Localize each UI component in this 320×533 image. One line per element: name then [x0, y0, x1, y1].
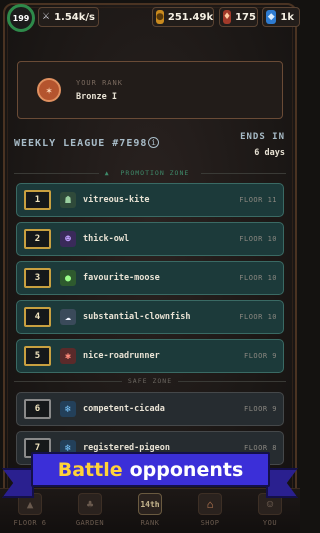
ghost-icon: ☁: [60, 309, 76, 325]
leaderboard-row[interactable]: 6 ❄ competent-cicada FLOOR 9: [16, 392, 284, 426]
crystal-value: 1k: [280, 11, 294, 23]
gold-value: 251.49k: [167, 11, 214, 23]
tree-icon: ♣: [78, 493, 102, 515]
status-bar: 199 ⚔ 1.54k/s ● 251.49k ♦ 175 ◆ 1k: [4, 3, 300, 32]
ruby-icon: ♦: [223, 10, 232, 24]
dps-value: 1.54k/s: [54, 11, 96, 23]
position-badge: 1: [24, 190, 51, 210]
player-floor: FLOOR 10: [239, 313, 277, 321]
leaderboard-row[interactable]: 4 ☁ substantial-clownfish FLOOR 10: [16, 300, 284, 334]
promo-banner: Battle opponents: [31, 452, 270, 487]
player-floor: FLOOR 11: [239, 196, 277, 204]
slime-icon: ●: [60, 270, 76, 286]
bronze-rank-icon: ✶: [37, 78, 61, 102]
gem-counter[interactable]: ♦ 175: [219, 7, 258, 27]
player-floor: FLOOR 9: [243, 405, 277, 413]
rank-value: Bronze I: [76, 92, 117, 102]
player-name: substantial-clownfish: [83, 312, 191, 322]
safe-zone-label: SAFE ZONE: [127, 377, 173, 385]
nav-floor-label: FLOOR 6: [13, 519, 47, 527]
player-floor: FLOOR 10: [239, 274, 277, 282]
player-name: favourite-moose: [83, 273, 160, 283]
banner-highlight: Battle: [57, 458, 123, 481]
player-floor: FLOOR 9: [243, 352, 277, 360]
player-floor: FLOOR 10: [239, 235, 277, 243]
gem-value: 175: [235, 11, 256, 23]
robot-icon: ☗: [60, 192, 76, 208]
crystal-counter[interactable]: ◆ 1k: [262, 7, 300, 27]
player-level: 199: [12, 13, 30, 23]
safe-zone-divider: SAFE ZONE: [14, 377, 286, 385]
nav-you-label: YOU: [262, 519, 278, 527]
promotion-zone-divider: ▲ PROMOTION ZONE: [14, 169, 286, 177]
league-title: WEEKLY LEAGUE #7E98: [14, 138, 148, 149]
info-icon[interactable]: i: [148, 137, 159, 148]
bottom-nav: ▲ FLOOR 6 ♣ GARDEN 14th RANK ⌂ SHOP ☺ YO…: [0, 488, 300, 533]
player-name: vitreous-kite: [83, 195, 150, 205]
position-badge: 5: [24, 346, 51, 366]
nav-garden-label: GARDEN: [75, 519, 105, 527]
position-badge: 3: [24, 268, 51, 288]
sword-icon: ⚔: [42, 12, 51, 22]
position-badge: 2: [24, 229, 51, 249]
dps-counter: ⚔ 1.54k/s: [38, 7, 99, 27]
nav-garden[interactable]: ♣ GARDEN: [60, 489, 120, 533]
gold-coin-icon: ●: [156, 10, 164, 24]
nav-rank[interactable]: 14th RANK: [120, 489, 180, 533]
position-badge: 4: [24, 307, 51, 327]
rank-label: YOUR RANK: [76, 79, 123, 87]
shop-icon: ⌂: [198, 493, 222, 515]
player-name: nice-roadrunner: [83, 351, 160, 361]
leaderboard-row[interactable]: 5 ✱ nice-roadrunner FLOOR 9: [16, 339, 284, 373]
player-name: competent-cicada: [83, 404, 165, 414]
ends-in-value: 6 days: [254, 148, 285, 158]
demon-icon: ☻: [60, 231, 76, 247]
nav-shop[interactable]: ⌂ SHOP: [180, 489, 240, 533]
banner-text: opponents: [129, 458, 244, 481]
frost-icon: ❄: [60, 401, 76, 417]
leaderboard-row[interactable]: 1 ☗ vitreous-kite FLOOR 11: [16, 183, 284, 217]
ends-in-label: ENDS IN: [240, 132, 285, 142]
player-name: thick-owl: [83, 234, 130, 244]
nav-rank-label: RANK: [140, 519, 160, 527]
blue-gem-icon: ◆: [266, 10, 277, 24]
rank-badge-icon: 14th: [138, 493, 162, 515]
player-level-badge[interactable]: 199: [7, 4, 35, 32]
crab-icon: ✱: [60, 348, 76, 364]
promotion-zone-text: PROMOTION ZONE: [120, 169, 190, 177]
leaderboard-row[interactable]: 3 ● favourite-moose FLOOR 10: [16, 261, 284, 295]
nav-shop-label: SHOP: [200, 519, 220, 527]
gold-counter[interactable]: ● 251.49k: [152, 7, 214, 27]
leaderboard-row[interactable]: 2 ☻ thick-owl FLOOR 10: [16, 222, 284, 256]
promotion-zone-label: ▲ PROMOTION ZONE: [99, 169, 202, 177]
rank-card: ✶ YOUR RANK Bronze I: [17, 61, 283, 119]
position-badge: 6: [24, 399, 51, 419]
player-floor: FLOOR 8: [243, 444, 277, 452]
